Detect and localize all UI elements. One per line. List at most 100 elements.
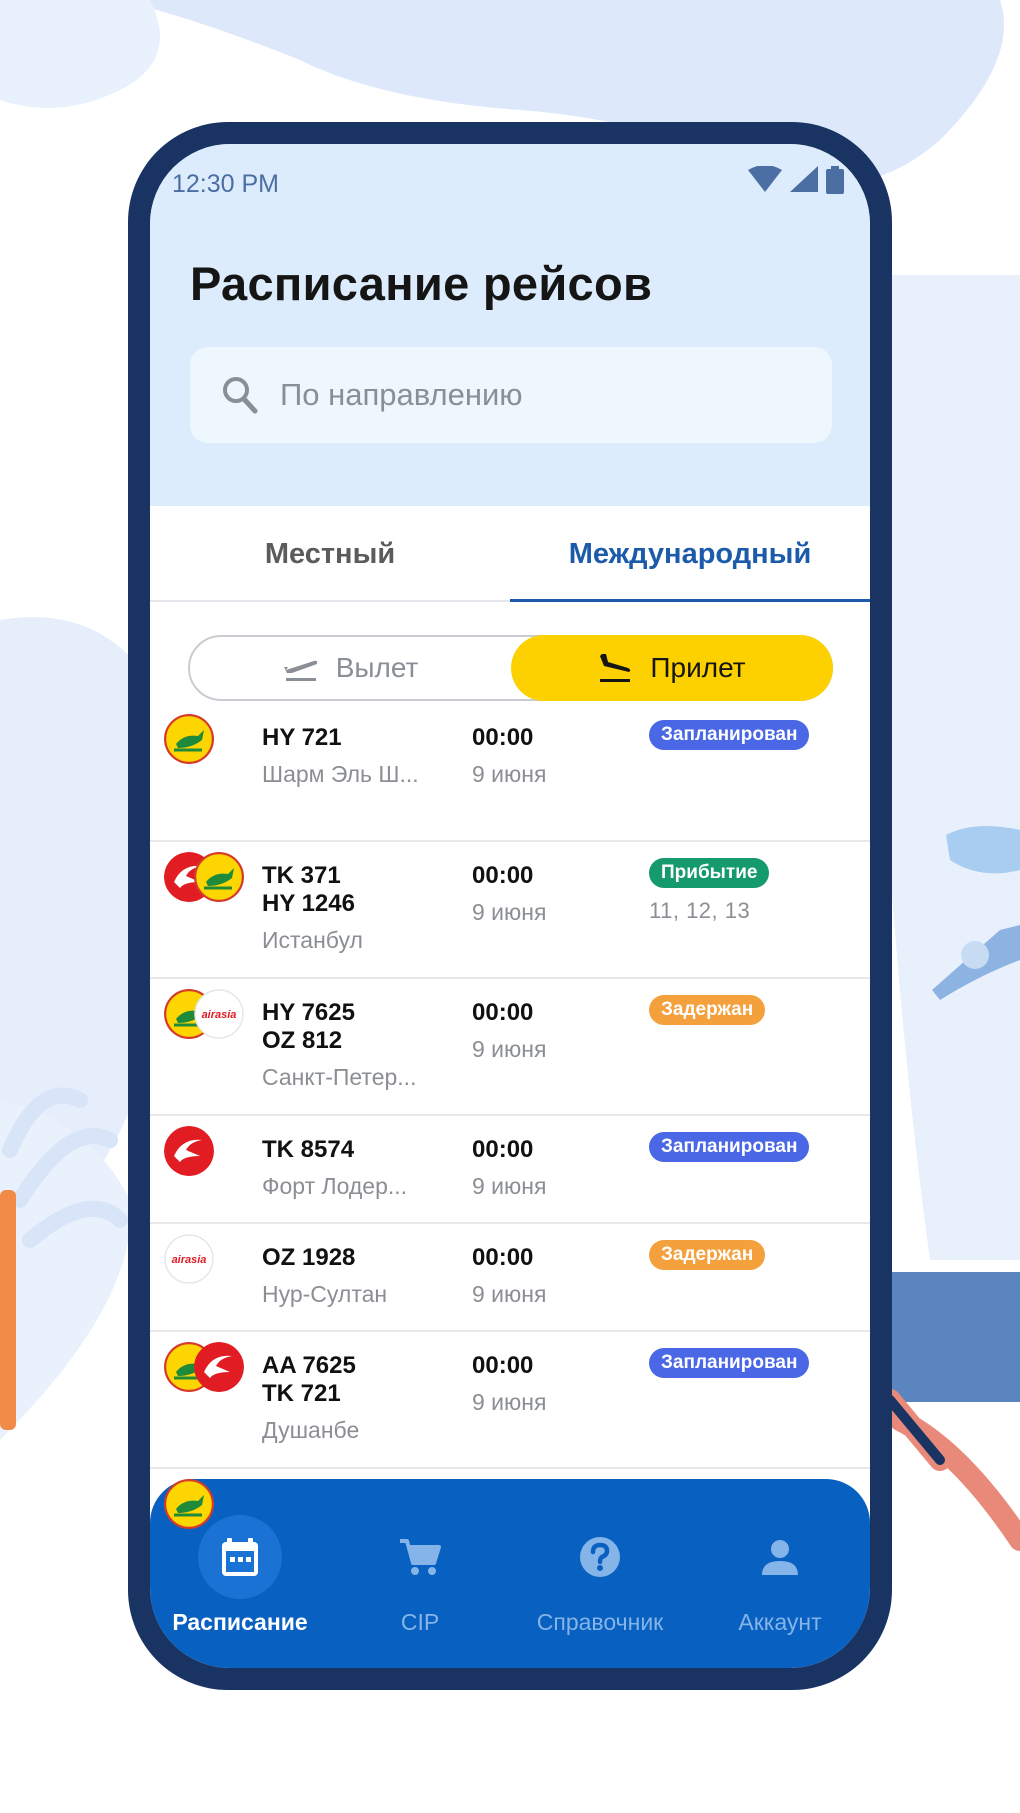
landing-icon bbox=[600, 654, 631, 682]
flight-status-column: Запланирован bbox=[649, 1348, 810, 1378]
somon-logo bbox=[194, 852, 244, 902]
tab-international[interactable]: Международный bbox=[510, 506, 870, 602]
flight-code: TK 8574 bbox=[262, 1136, 355, 1163]
flight-info: AA 7625 TK 721 Душанбе bbox=[262, 1352, 359, 1444]
turkish-logo bbox=[164, 1126, 214, 1176]
status-time: 12:30 PM bbox=[172, 170, 280, 198]
airline-logos: airasia bbox=[164, 1234, 254, 1284]
status-badge: Запланирован bbox=[649, 1132, 810, 1162]
header-area: 12:30 PM Расписание рейсов bbox=[150, 144, 870, 506]
flight-row[interactable]: AA 7625 TK 721 Душанбе 00:00 9 июня Запланиро… bbox=[150, 1332, 870, 1469]
flight-city: Нур-Султан bbox=[262, 1281, 388, 1307]
flight-status-column: Прибытие 11, 12, 13 bbox=[649, 858, 770, 924]
airasia-wordmark: airasia bbox=[202, 1009, 237, 1021]
nav-label: Расписание bbox=[172, 1609, 308, 1635]
nav-cip[interactable]: CIP bbox=[330, 1479, 510, 1668]
departure-toggle-button[interactable]: Вылет bbox=[190, 635, 512, 701]
flight-time: 00:00 bbox=[472, 1352, 534, 1379]
flight-city: Форт Лодер... bbox=[262, 1173, 408, 1199]
flight-info: TK 8574 Форт Лодер... bbox=[262, 1136, 407, 1200]
search-box[interactable] bbox=[190, 347, 832, 443]
flight-time: 00:00 bbox=[472, 862, 534, 889]
flight-row[interactable]: airasia HY 7625 OZ 812 Санкт-Петер... 00:00 9… bbox=[150, 979, 870, 1116]
cart-icon bbox=[400, 1539, 441, 1575]
active-tab-indicator bbox=[510, 599, 870, 602]
flight-code: AA 7625 bbox=[262, 1352, 356, 1379]
flight-status-column: Задержан bbox=[649, 995, 766, 1025]
status-badge: Запланирован bbox=[649, 1348, 810, 1378]
flight-status-column: Задержан bbox=[649, 1240, 766, 1270]
app-screen: 12:30 PM Расписание рейсов Местный Между… bbox=[150, 144, 870, 1668]
flight-status-column: Запланирован bbox=[649, 720, 810, 750]
flight-time-column: 00:00 9 июня bbox=[472, 999, 546, 1063]
flight-code: HY 1246 bbox=[262, 890, 355, 917]
flight-code: HY 7625 bbox=[262, 999, 355, 1026]
nav-label: Справочник bbox=[536, 1609, 664, 1635]
flight-info: OZ 1928 Нур-Султан bbox=[262, 1244, 387, 1308]
flight-info: TK 371 HY 1246 Истанбул bbox=[262, 862, 363, 954]
airasia-logo: airasia bbox=[164, 1234, 214, 1284]
status-badge: Прибытие bbox=[649, 858, 770, 888]
flight-city: Душанбе bbox=[262, 1417, 360, 1443]
flight-city: Истанбул bbox=[262, 927, 363, 953]
tab-bar: Местный Международный bbox=[150, 506, 870, 602]
flight-time: 00:00 bbox=[472, 999, 534, 1026]
nav-account[interactable]: Аккаунт bbox=[690, 1479, 870, 1668]
bottom-nav: Расписание CIP Справочник Аккаунт bbox=[150, 1479, 870, 1668]
tab-local[interactable]: Местный bbox=[150, 506, 510, 602]
flight-time: 00:00 bbox=[472, 1244, 534, 1271]
flight-code: TK 371 bbox=[262, 862, 341, 889]
airline-logos bbox=[164, 852, 254, 902]
flight-code: OZ 1928 bbox=[262, 1244, 356, 1271]
airline-logos bbox=[164, 1342, 254, 1392]
flight-row[interactable]: TK 371 HY 1246 Истанбул 00:00 9 июня Прибытие… bbox=[150, 842, 870, 979]
account-icon bbox=[762, 1540, 798, 1575]
search-icon bbox=[223, 377, 258, 414]
turkish-logo bbox=[194, 1342, 244, 1392]
flight-info: HY 721 Шарм Эль Ш... bbox=[262, 724, 419, 788]
wifi-icon bbox=[748, 166, 782, 192]
airline-logos: airasia bbox=[164, 989, 254, 1039]
flight-time-column: 00:00 9 июня bbox=[472, 724, 546, 788]
flight-row[interactable]: TK 8574 Форт Лодер... 00:00 9 июня Запланиро… bbox=[150, 1116, 870, 1224]
search-input[interactable] bbox=[280, 347, 800, 443]
flight-code: HY 721 bbox=[262, 724, 342, 751]
flight-city: Шарм Эль Ш... bbox=[262, 761, 419, 787]
help-icon bbox=[580, 1537, 620, 1577]
flight-code: TK 721 bbox=[262, 1380, 341, 1407]
airasia-logo: airasia bbox=[194, 989, 244, 1039]
direction-toggle: Вылет Прилет bbox=[188, 635, 833, 701]
flight-row[interactable]: airasia OZ 1928 Нур-Султан 00:00 9 июня Задер… bbox=[150, 1224, 870, 1332]
flight-info: HY 7625 OZ 812 Санкт-Петер... bbox=[262, 999, 416, 1091]
departure-label: Вылет bbox=[335, 652, 419, 683]
status-badge: Запланирован bbox=[649, 720, 810, 750]
flight-code: OZ 812 bbox=[262, 1027, 343, 1054]
calendar-icon bbox=[222, 1538, 258, 1576]
flight-time: 00:00 bbox=[472, 1136, 534, 1163]
status-icons bbox=[748, 166, 844, 194]
flight-time: 00:00 bbox=[472, 724, 534, 751]
flight-row[interactable]: HY 721 Шарм Эль Ш... 00:00 9 июня Запланиров… bbox=[150, 704, 870, 842]
flight-time-column: 00:00 9 июня bbox=[472, 862, 546, 926]
arrival-toggle-button[interactable]: Прилет bbox=[511, 635, 833, 701]
battery-icon bbox=[826, 166, 844, 194]
arrival-label: Прилет bbox=[650, 652, 746, 683]
nav-label: Аккаунт bbox=[738, 1609, 822, 1635]
flight-date: 9 июня bbox=[472, 899, 547, 925]
airasia-wordmark: airasia bbox=[172, 1254, 207, 1266]
flight-date: 9 июня bbox=[472, 1173, 547, 1199]
status-badge: Задержан bbox=[649, 995, 766, 1025]
airline-logos bbox=[164, 1126, 254, 1176]
flight-status-column: Запланирован bbox=[649, 1132, 810, 1162]
flight-time-column: 00:00 9 июня bbox=[472, 1352, 546, 1416]
nav-reference[interactable]: Справочник bbox=[510, 1479, 690, 1668]
status-badge: Задержан bbox=[649, 1240, 766, 1270]
gate-numbers: 11, 12, 13 bbox=[649, 898, 751, 923]
flight-time-column: 00:00 9 июня bbox=[472, 1136, 546, 1200]
nav-label: CIP bbox=[400, 1609, 440, 1635]
flight-date: 9 июня bbox=[472, 1036, 547, 1062]
somon-logo bbox=[164, 714, 214, 764]
flight-city: Санкт-Петер... bbox=[262, 1064, 417, 1090]
page-title: Расписание рейсов bbox=[190, 257, 653, 310]
signal-icon bbox=[790, 166, 818, 192]
